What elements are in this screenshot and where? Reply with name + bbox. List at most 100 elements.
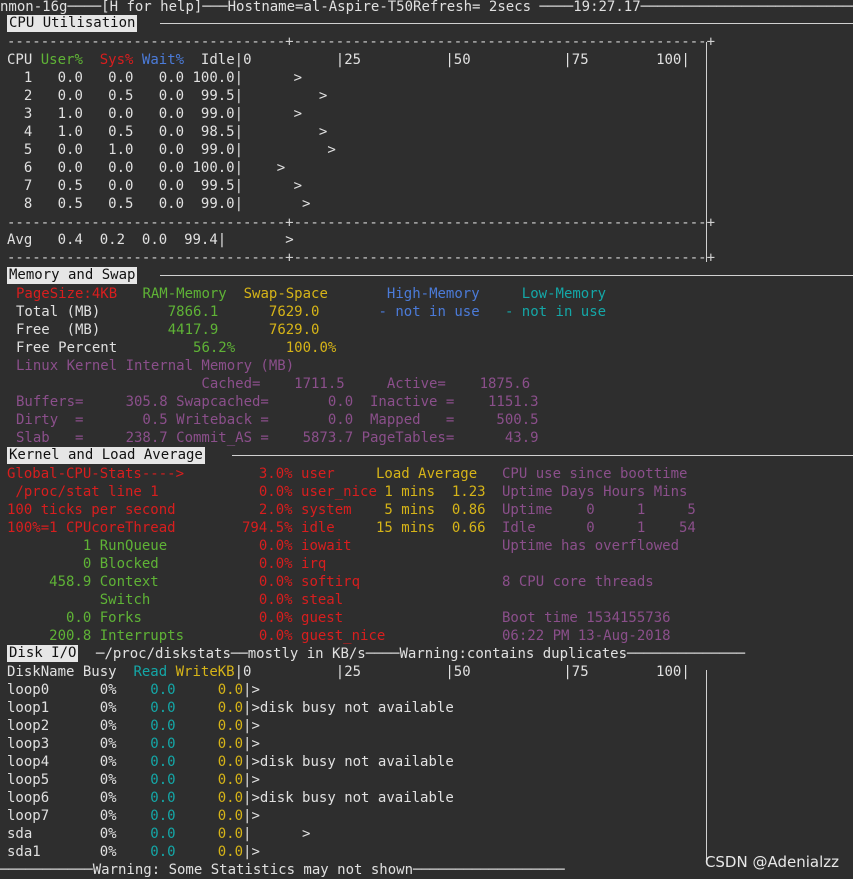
counter-value: 1 xyxy=(7,538,92,554)
boot-title: CPU use since boottime xyxy=(502,466,688,482)
divider xyxy=(232,455,853,456)
kernel-pct-row: 0.0% guest_nice xyxy=(242,627,385,645)
cpu-user: 0.5 xyxy=(32,196,83,212)
disk-bar: |> xyxy=(243,718,260,734)
kernel-pct-value: 2.0% xyxy=(242,502,293,518)
high-memory-status: - not in use xyxy=(378,304,480,320)
disk-name: sda xyxy=(7,826,75,842)
disk-name: loop1 xyxy=(7,700,75,716)
cpu-bar-start: | xyxy=(234,196,244,212)
avg-wait: 0.0 xyxy=(141,232,168,248)
cpu-wait: 0.0 xyxy=(133,142,185,158)
cpu-bar: > xyxy=(243,88,328,104)
cpu-wait: 0.0 xyxy=(133,178,185,194)
kernel-pct-value: 0.0% xyxy=(242,610,293,626)
kernel-counter: 0.0 Forks xyxy=(7,609,142,627)
uptime-header: Uptime Days Hours Mins xyxy=(502,484,688,500)
cpu-bar-start: | xyxy=(234,106,244,122)
kernel-pct-value: 0.0% xyxy=(242,592,293,608)
cpu-sys: 0.0 xyxy=(82,70,134,86)
cpu-user: 0.0 xyxy=(32,160,83,176)
kernel-pct-row: 0.0% steal xyxy=(242,591,343,609)
load-value: 0.86 xyxy=(451,502,486,518)
disk-read: 0.0 xyxy=(116,754,176,770)
disk-footer: ───────────Warning: Some Statistics may … xyxy=(0,862,565,878)
cpu-row: 3 1.0 0.0 0.0 99.0| > xyxy=(7,105,302,123)
cpu-row: 8 0.5 0.5 0.0 99.0| > xyxy=(7,195,311,213)
disk-row: loop6 0% 0.0 0.0|>disk busy not availabl… xyxy=(7,789,454,807)
load-minutes: 15 mins xyxy=(376,520,436,536)
freepct-label: Free Percent xyxy=(16,340,118,356)
kernel-pct-name: irq xyxy=(301,556,327,572)
kernel-pct-value: 3.0% xyxy=(242,466,293,482)
cpu-user: 0.0 xyxy=(32,70,83,86)
disk-bar: | > xyxy=(243,826,311,842)
disk-col-name: DiskName xyxy=(7,664,75,680)
disk-busy: 0% xyxy=(74,844,117,860)
kernel-pct-row: 3.0% user xyxy=(242,465,335,483)
disk-row: loop4 0% 0.0 0.0|>disk busy not availabl… xyxy=(7,753,454,771)
disk-row: loop0 0% 0.0 0.0|> xyxy=(7,681,260,699)
disk-busy: 0% xyxy=(74,790,117,806)
cpu-wait: 0.0 xyxy=(133,70,185,86)
low-memory-label: Low-Memory xyxy=(521,286,607,302)
disk-write: 0.0 xyxy=(175,790,244,806)
disk-row: loop7 0% 0.0 0.0|> xyxy=(7,807,260,825)
cpu-id: 8 xyxy=(7,196,33,212)
disk-name: loop0 xyxy=(7,682,75,698)
kernel-pct-value: 794.5% xyxy=(242,520,293,536)
kernel-pct-value: 0.0% xyxy=(242,628,293,644)
disk-row: sda1 0% 0.0 0.0|> xyxy=(7,843,260,861)
cpu-bar-start: | xyxy=(234,88,244,104)
terminal-window[interactable]: nmon-16g────[H for help]───Hostname=al-A… xyxy=(0,0,853,879)
cpu-bar: > xyxy=(243,178,303,194)
cpu-stats-note: 100 ticks per second xyxy=(7,502,176,518)
total-swap: 7629.0 xyxy=(268,304,320,320)
cpu-bar: > xyxy=(243,160,286,176)
cpu-col-idle: Idle xyxy=(200,52,235,68)
cpu-sys: 0.0 xyxy=(82,160,134,176)
hostname: Hostname=al-Aspire-T50 xyxy=(227,0,414,15)
load-value: 0.66 xyxy=(451,520,486,536)
cpu-idle: 98.5 xyxy=(184,124,235,140)
kernel-memory-row-4: Slab = 238.7 Commit_AS = 5873.7 PageTabl… xyxy=(16,430,539,446)
kernel-pct-row: 0.0% softirq xyxy=(242,573,360,591)
memory-total-row: Total (MB) 7866.1 7629.0 - not in use - … xyxy=(16,303,606,321)
disk-write: 0.0 xyxy=(175,754,244,770)
cpu-col-sys: Sys% xyxy=(99,52,134,68)
disk-name: loop7 xyxy=(7,808,75,824)
disk-right-border xyxy=(706,670,707,860)
kernel-pct-row: 794.5% idle xyxy=(242,519,335,537)
cpu-idle: 100.0 xyxy=(184,70,235,86)
swap-label: Swap-Space xyxy=(243,286,328,302)
cpu-idle: 100.0 xyxy=(184,160,235,176)
memory-header-row: PageSize:4KB RAM-Memory Swap-Space High-… xyxy=(16,285,606,303)
counter-name: Forks xyxy=(99,610,142,626)
disk-read: 0.0 xyxy=(116,682,176,698)
disk-row: loop2 0% 0.0 0.0|> xyxy=(7,717,260,735)
load-value: 1.23 xyxy=(451,484,486,500)
cpu-avg-row: Avg 0.4 0.2 0.0 99.4| > xyxy=(7,232,294,248)
disk-read: 0.0 xyxy=(116,808,176,824)
freepct-swap: 100.0% xyxy=(285,340,337,356)
cpu-row: 5 0.0 1.0 0.0 99.0| > xyxy=(7,141,336,159)
cpu-sys: 0.0 xyxy=(82,178,134,194)
low-memory-status: - not in use xyxy=(504,304,607,320)
avg-sys: 0.2 xyxy=(99,232,126,248)
disk-busy: 0% xyxy=(74,826,117,842)
cpu-bar-start: | xyxy=(234,142,244,158)
disk-read: 0.0 xyxy=(116,700,176,716)
disk-read: 0.0 xyxy=(116,772,176,788)
divider xyxy=(160,23,853,24)
idle-row: Idle 0 1 54 xyxy=(502,520,696,536)
cpu-user: 0.0 xyxy=(32,142,83,158)
total-label: Total (MB) xyxy=(16,304,101,320)
disk-name: loop3 xyxy=(7,736,75,752)
kernel-pct-row: 0.0% iowait xyxy=(242,537,352,555)
cpu-wait: 0.0 xyxy=(133,124,185,140)
cpu-idle: 99.5 xyxy=(184,178,235,194)
help-hint: [H for help] xyxy=(101,0,203,15)
cpu-idle: 99.0 xyxy=(184,196,235,212)
cpu-sys: 0.0 xyxy=(82,106,134,122)
kernel-pct-name: idle xyxy=(301,520,335,536)
